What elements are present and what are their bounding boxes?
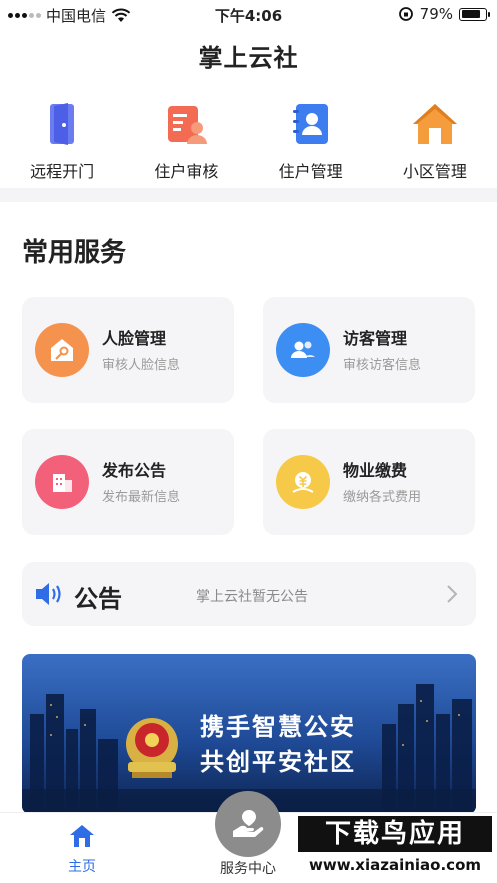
speaker-icon — [36, 583, 61, 605]
face-key-icon — [35, 323, 89, 377]
police-emblem-icon — [126, 718, 178, 778]
service-subtitle: 缴纳各式费用 — [343, 490, 422, 505]
watermark-url: www.xiazainiao.com — [308, 856, 482, 874]
quick-nav-label: 住户审核 — [154, 162, 219, 181]
quick-nav-remote-door[interactable]: 远程开门 — [0, 98, 124, 182]
quick-nav-community-manage[interactable]: 小区管理 — [373, 98, 497, 182]
tab-label: 主页 — [68, 859, 96, 875]
status-bar: 中国电信 下午4:06 79% — [0, 0, 497, 30]
quick-nav-label: 远程开门 — [30, 162, 95, 181]
services-title: 常用服务 — [22, 238, 127, 268]
service-hand-icon — [215, 791, 281, 857]
contact-book-icon — [292, 104, 328, 144]
police-banner[interactable]: 携手智慧公安 共创平安社区 — [22, 654, 476, 814]
battery-icon — [459, 7, 490, 21]
service-subtitle: 发布最新信息 — [102, 490, 181, 505]
service-card-visitor[interactable]: 访客管理 审核访客信息 — [263, 297, 475, 403]
door-icon — [50, 103, 75, 145]
service-subtitle: 审核人脸信息 — [102, 358, 181, 373]
watermark-logo: 下载鸟应用 www.xiazainiao.com — [298, 814, 497, 883]
quick-nav-resident-manage[interactable]: 住户管理 — [249, 98, 373, 182]
tab-label: 服务中心 — [220, 861, 276, 877]
service-subtitle: 审核访客信息 — [343, 358, 422, 373]
quick-nav-resident-review[interactable]: 住户审核 — [124, 98, 248, 182]
quick-nav: 远程开门 住户审核 住户管理 小区管理 — [0, 98, 497, 182]
service-card-announcement[interactable]: 发布公告 发布最新信息 — [22, 429, 234, 535]
watermark-title: 下载鸟应用 — [298, 816, 492, 852]
service-title: 人脸管理 — [102, 329, 167, 348]
notice-message: 掌上云社暂无公告 — [196, 589, 308, 605]
banner-slogan-2: 共创平安社区 — [200, 748, 356, 776]
section-divider — [0, 188, 497, 202]
building-icon — [35, 455, 89, 509]
house-icon — [412, 104, 457, 144]
orientation-lock-icon — [398, 7, 413, 21]
quick-nav-label: 住户管理 — [278, 162, 343, 181]
visitors-icon — [276, 323, 330, 377]
service-title: 访客管理 — [343, 329, 408, 348]
status-right: 79% — [398, 5, 490, 23]
chevron-right-icon — [447, 585, 458, 603]
service-card-payment[interactable]: 物业缴费 缴纳各式费用 — [263, 429, 475, 535]
home-icon — [70, 825, 94, 847]
payment-icon — [276, 455, 330, 509]
notice-title: 公告 — [74, 585, 122, 613]
service-title: 物业缴费 — [343, 461, 408, 480]
service-card-face[interactable]: 人脸管理 审核人脸信息 — [22, 297, 234, 403]
banner-slogan-1: 携手智慧公安 — [200, 713, 356, 741]
resident-review-icon — [168, 106, 208, 144]
quick-nav-label: 小区管理 — [402, 162, 467, 181]
battery-percent: 79% — [419, 5, 453, 23]
page-title: 掌上云社 — [198, 44, 299, 72]
notice-bar[interactable]: 公告 掌上云社暂无公告 — [22, 562, 476, 626]
service-title: 发布公告 — [102, 461, 167, 480]
